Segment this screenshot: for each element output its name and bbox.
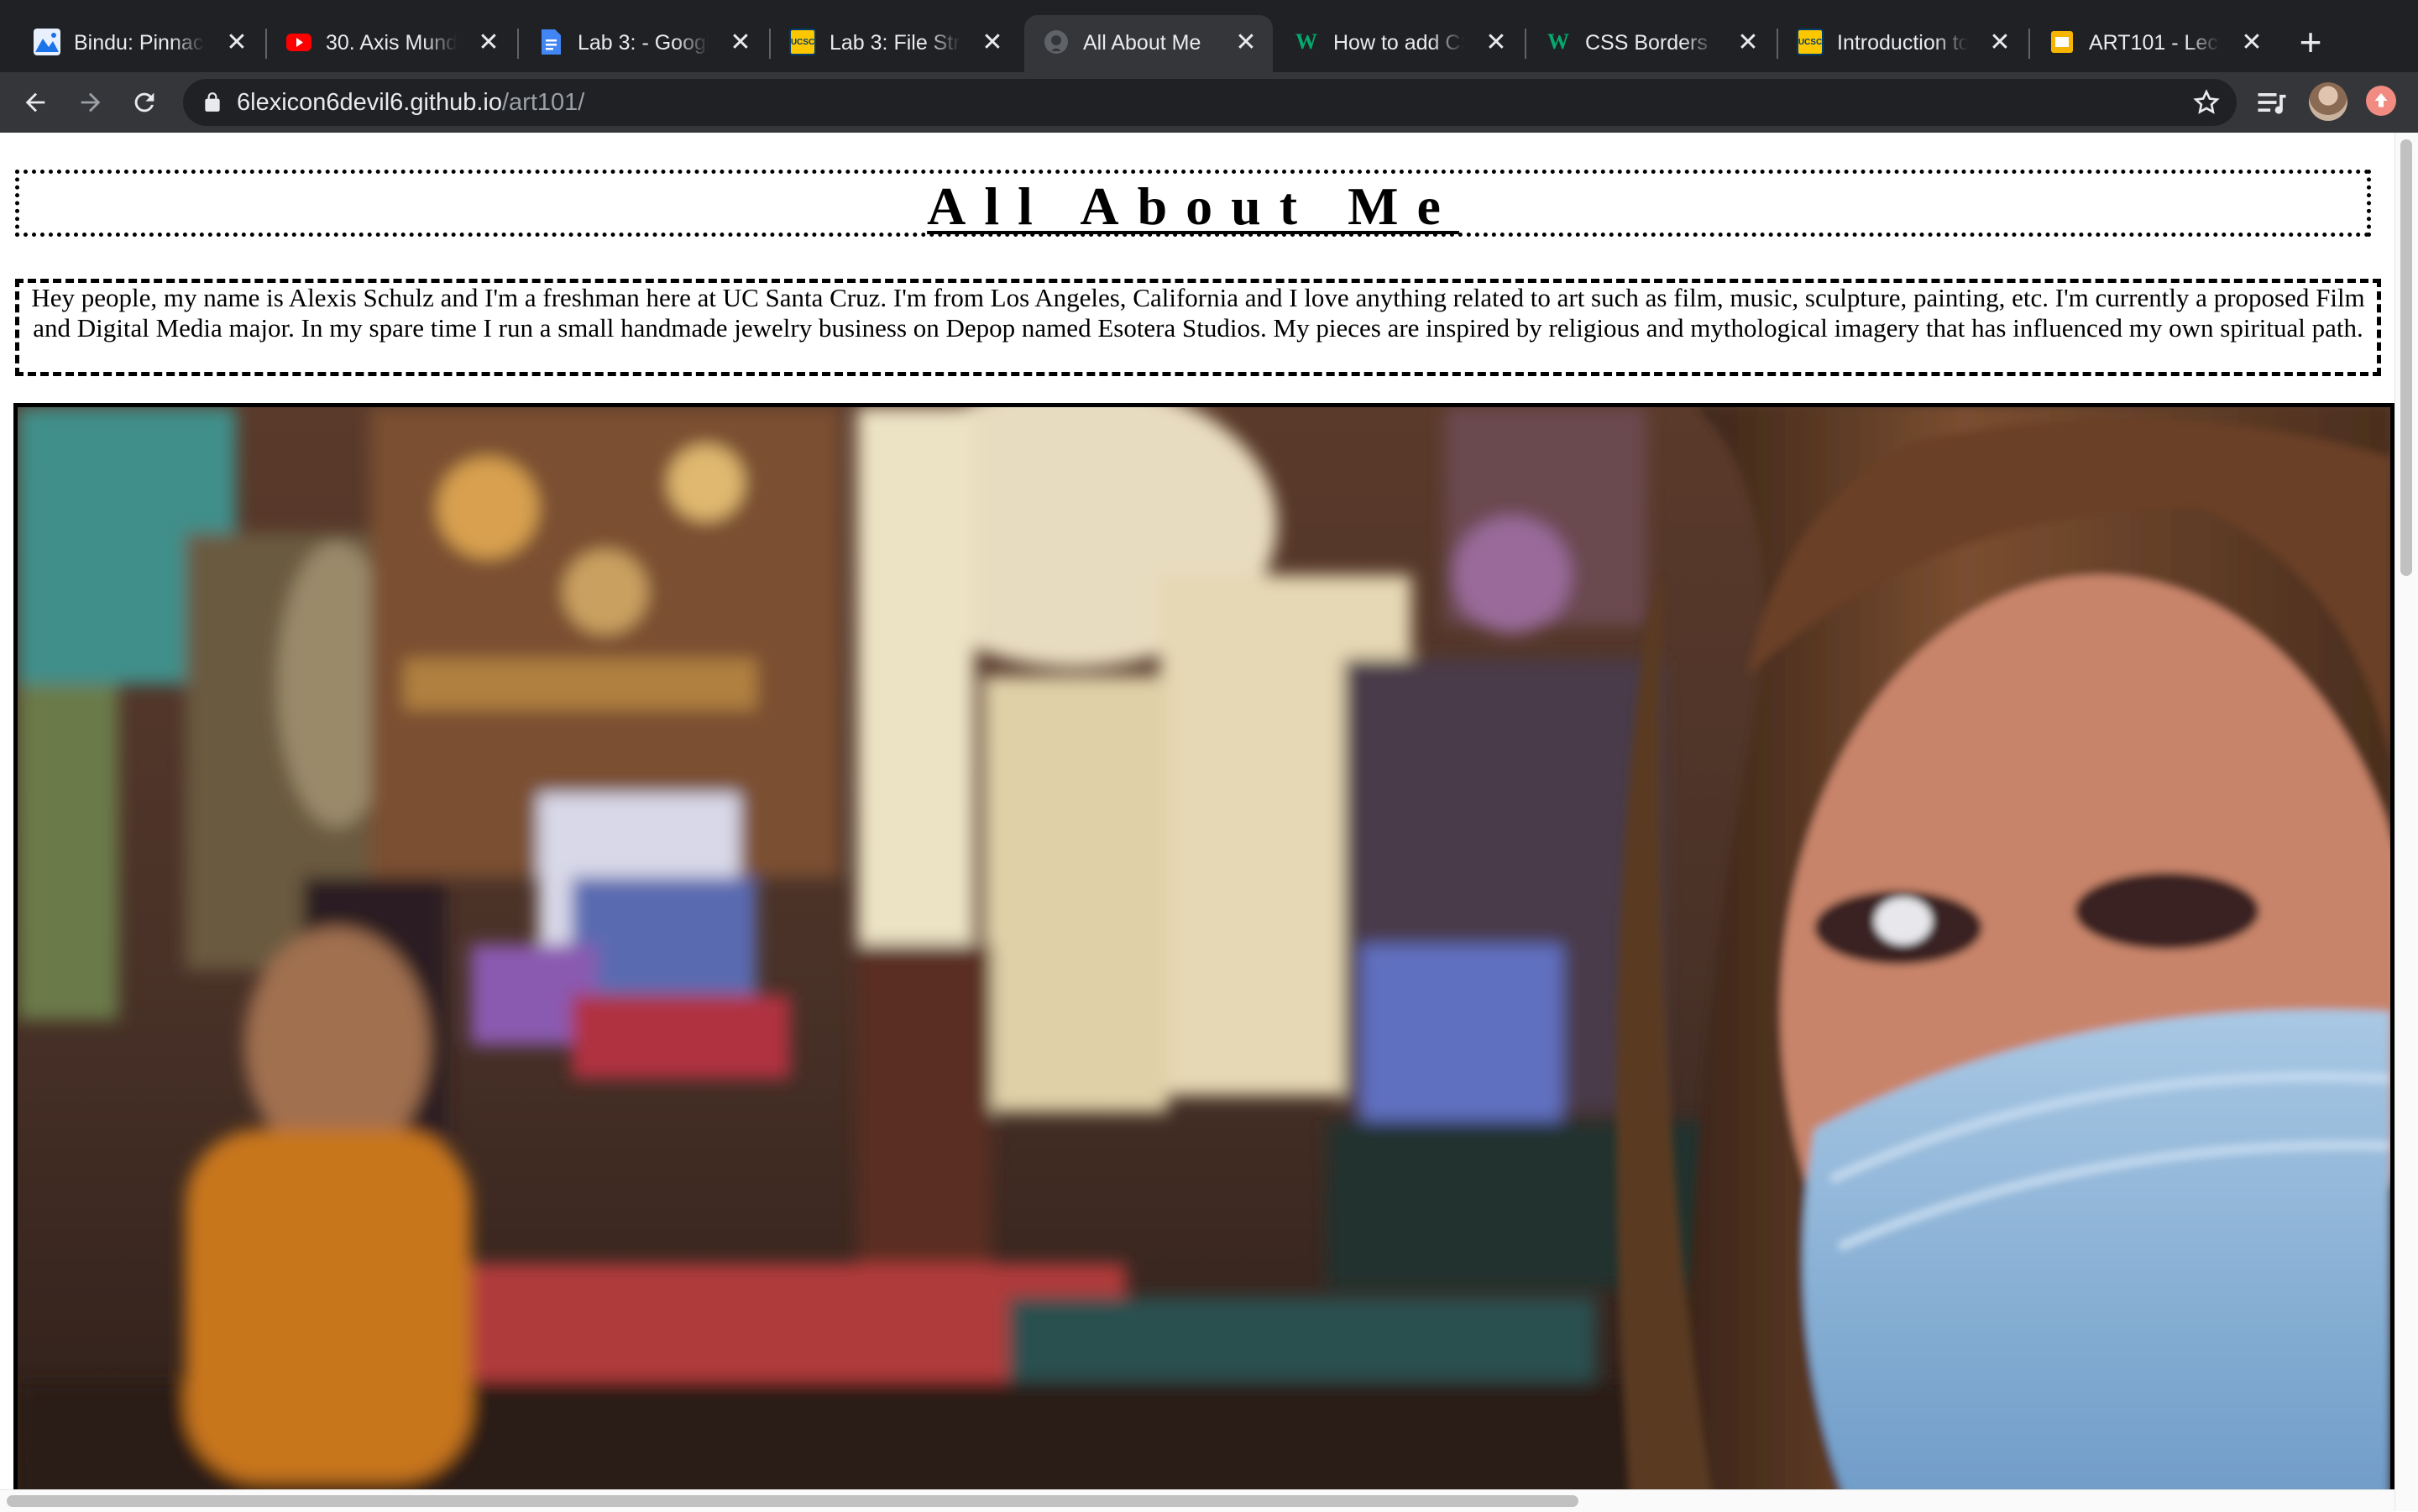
profile-avatar[interactable] <box>2309 82 2347 121</box>
horizontal-scroll-thumb[interactable] <box>7 1495 1578 1507</box>
close-icon[interactable]: ✕ <box>1986 30 2013 57</box>
photo-illustration <box>18 407 2390 1493</box>
selfie-photo <box>13 403 2394 1493</box>
close-icon[interactable]: ✕ <box>1483 30 1510 57</box>
tab-lab3-file-structure[interactable]: UCSC Lab 3: File Stru ✕ <box>771 15 1019 72</box>
close-icon[interactable]: ✕ <box>727 30 754 57</box>
google-slides-icon <box>2049 29 2075 55</box>
tab-lab3-google-docs[interactable]: Lab 3: - Google ✕ <box>519 15 767 72</box>
bio-paragraph-box: Hey people, my name is Alexis Schulz and… <box>15 279 2381 376</box>
close-icon[interactable]: ✕ <box>223 30 250 57</box>
tab-art101-lecture[interactable]: ART101 - Lectu ✕ <box>2030 15 2279 72</box>
w3schools-icon: W <box>1295 29 1317 54</box>
vertical-scrollbar[interactable] <box>2394 133 2418 1511</box>
image-favicon-icon <box>34 29 60 55</box>
lock-icon <box>205 92 220 112</box>
browser-toolbar: 6lexicon6devil6.github.io/art101/ <box>0 72 2418 133</box>
close-icon[interactable]: ✕ <box>475 30 502 57</box>
youtube-icon <box>285 29 312 55</box>
page-viewport: All About Me Hey people, my name is Alex… <box>0 133 2394 1493</box>
ucsc-icon: UCSC <box>1797 29 1824 55</box>
address-bar[interactable]: 6lexicon6devil6.github.io/art101/ <box>183 79 2237 126</box>
horizontal-scrollbar[interactable] <box>0 1489 2394 1512</box>
heading-box: All About Me <box>15 170 2371 237</box>
tab-strip: Bindu: Pinnacle ✕ 30. Axis Mundi ✕ Lab 3… <box>0 0 2418 72</box>
close-icon[interactable]: ✕ <box>1233 30 1259 57</box>
w3schools-icon: W <box>1547 29 1569 54</box>
github-icon <box>1043 29 1070 55</box>
back-button[interactable] <box>15 82 55 123</box>
bookmark-star-icon[interactable] <box>2193 89 2220 116</box>
google-docs-icon <box>537 29 564 55</box>
vertical-scroll-thumb[interactable] <box>2400 139 2412 576</box>
tab-introduction[interactable]: UCSC Introduction to ✕ <box>1778 15 2027 72</box>
close-icon[interactable]: ✕ <box>979 30 1006 57</box>
url-text: 6lexicon6devil6.github.io/art101/ <box>237 79 584 126</box>
tab-axis-mundi[interactable]: 30. Axis Mundi ✕ <box>267 15 516 72</box>
page-title: All About Me <box>927 176 1459 236</box>
tab-bindu[interactable]: Bindu: Pinnacle ✕ <box>15 15 264 72</box>
ucsc-icon: UCSC <box>789 29 816 55</box>
tab-title: All About Me <box>1083 31 1201 55</box>
tab-css-borders[interactable]: W CSS Borders ✕ <box>1526 15 1775 72</box>
arrow-right-icon <box>81 92 101 112</box>
reading-list-icon[interactable] <box>2253 84 2290 121</box>
close-icon[interactable]: ✕ <box>2238 30 2265 57</box>
arrow-left-icon <box>25 92 45 112</box>
tab-how-to-add-css[interactable]: W How to add CS ✕ <box>1274 15 1523 72</box>
arrow-up-icon <box>2374 93 2388 107</box>
url-host: 6lexicon6devil6.github.io <box>237 89 502 116</box>
reload-button[interactable] <box>124 82 165 123</box>
tab-all-about-me[interactable]: All About Me ✕ <box>1024 15 1273 72</box>
url-path: /art101/ <box>502 89 585 116</box>
close-icon[interactable]: ✕ <box>1735 30 1761 57</box>
update-button[interactable] <box>2366 86 2396 116</box>
forward-button[interactable] <box>71 82 111 123</box>
bio-text: Hey people, my name is Alexis Schulz and… <box>31 283 2365 343</box>
new-tab-button[interactable]: + <box>2290 23 2331 64</box>
reload-icon <box>134 92 154 112</box>
